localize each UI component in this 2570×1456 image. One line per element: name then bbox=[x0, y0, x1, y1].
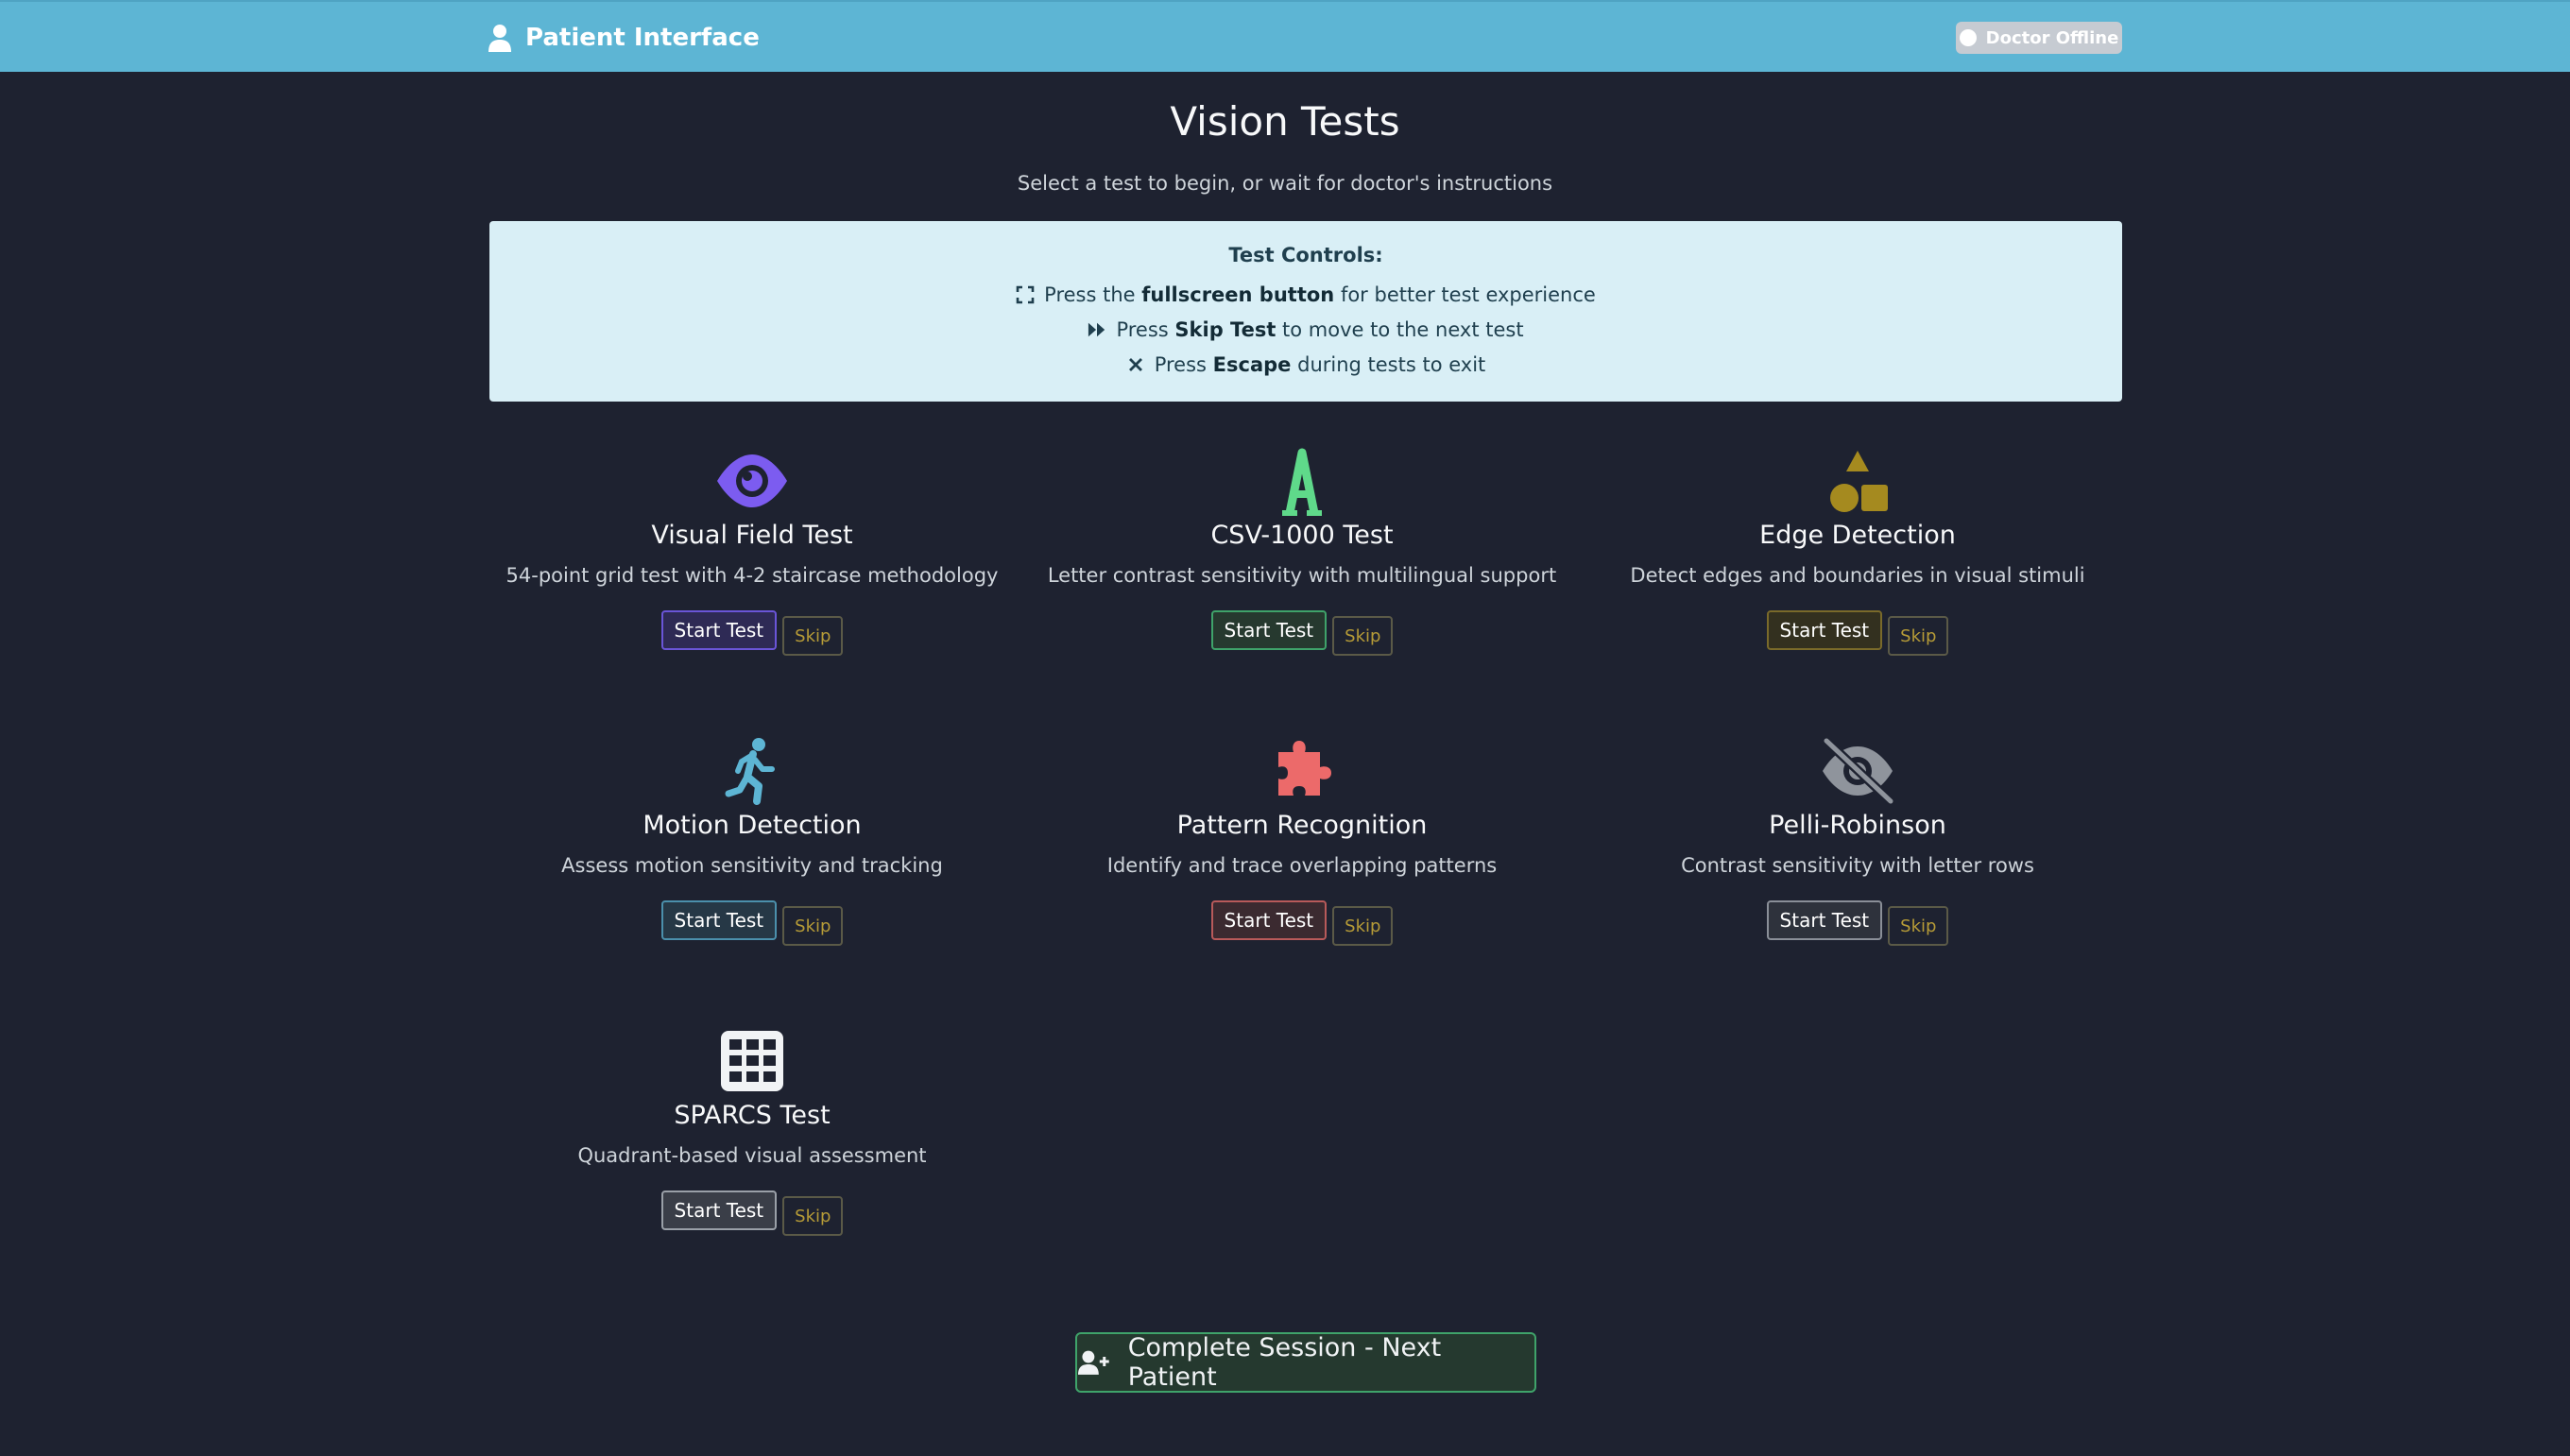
control-line-escape: Press Escape during tests to exit bbox=[489, 353, 2122, 376]
start-test-button[interactable]: Start Test bbox=[660, 1190, 778, 1230]
control-line-fullscreen: Press the fullscreen button for better t… bbox=[489, 283, 2122, 306]
close-icon bbox=[1128, 358, 1142, 371]
running-person-icon bbox=[725, 738, 775, 805]
puzzle-icon bbox=[1278, 741, 1331, 796]
complete-session-button[interactable]: Complete Session - Next Patient bbox=[1075, 1332, 1536, 1393]
test-description: Contrast sensitivity with letter rows bbox=[1681, 854, 2034, 877]
shapes-icon bbox=[1830, 451, 1888, 512]
page-subtitle: Select a test to begin, or wait for doct… bbox=[1017, 172, 1553, 195]
test-card-visual-field: Visual Field Test 54-point grid test wit… bbox=[488, 442, 1017, 697]
start-test-button[interactable]: Start Test bbox=[1766, 900, 1883, 940]
start-test-button[interactable]: Start Test bbox=[660, 610, 778, 650]
skip-button[interactable]: Skip bbox=[782, 1196, 844, 1236]
skip-button[interactable]: Skip bbox=[1888, 616, 1949, 656]
test-description: Identify and trace overlapping patterns bbox=[1106, 854, 1498, 877]
control-line-text: Press the fullscreen button for better t… bbox=[1044, 283, 1596, 306]
eye-icon bbox=[717, 454, 787, 507]
user-plus-icon bbox=[1077, 1350, 1109, 1375]
test-card-pelli-robinson: Pelli-Robinson Contrast sensitivity with… bbox=[1593, 732, 2122, 987]
start-test-button[interactable]: Start Test bbox=[660, 900, 778, 940]
skip-button[interactable]: Skip bbox=[1332, 906, 1394, 946]
start-test-button[interactable]: Start Test bbox=[1210, 610, 1328, 650]
test-description: 54-point grid test with 4-2 staircase me… bbox=[505, 564, 999, 587]
test-card-csv-1000: CSV-1000 Test Letter contrast sensitivit… bbox=[1037, 442, 1567, 697]
skip-button[interactable]: Skip bbox=[1888, 906, 1949, 946]
page-title: Vision Tests bbox=[1170, 98, 1400, 145]
test-title: Pelli-Robinson bbox=[1769, 811, 1946, 840]
status-dot-icon bbox=[1959, 29, 1977, 46]
skip-button[interactable]: Skip bbox=[782, 616, 844, 656]
brand[interactable]: Patient Interface bbox=[488, 2, 760, 74]
test-card-edge-detection: Edge Detection Detect edges and boundari… bbox=[1593, 442, 2122, 697]
skip-button[interactable]: Skip bbox=[1332, 616, 1394, 656]
test-title: Edge Detection bbox=[1759, 521, 1956, 550]
test-card-pattern-recognition: Pattern Recognition Identify and trace o… bbox=[1037, 732, 1567, 987]
user-icon bbox=[488, 25, 511, 52]
status-badge: Doctor Offline bbox=[1956, 22, 2122, 54]
test-description: Assess motion sensitivity and tracking bbox=[561, 854, 943, 877]
eye-slash-icon bbox=[1822, 736, 1895, 806]
fast-forward-icon bbox=[1088, 322, 1105, 337]
test-card-sparcs: SPARCS Test Quadrant-based visual assess… bbox=[488, 1022, 1017, 1277]
test-title: CSV-1000 Test bbox=[1210, 521, 1394, 550]
test-title: Visual Field Test bbox=[651, 521, 853, 550]
complete-session-label: Complete Session - Next Patient bbox=[1127, 1333, 1442, 1392]
test-controls-panel: Test Controls: Press the fullscreen butt… bbox=[489, 221, 2122, 402]
test-description: Detect edges and boundaries in visual st… bbox=[1630, 564, 2085, 587]
test-title: SPARCS Test bbox=[674, 1101, 831, 1130]
skip-button[interactable]: Skip bbox=[782, 906, 844, 946]
start-test-button[interactable]: Start Test bbox=[1766, 610, 1883, 650]
test-description: Quadrant-based visual assessment bbox=[577, 1144, 927, 1167]
control-line-skip: Press Skip Test to move to the next test bbox=[489, 318, 2122, 341]
expand-icon bbox=[1016, 285, 1035, 304]
status-label: Doctor Offline bbox=[1985, 27, 2119, 48]
test-title: Motion Detection bbox=[642, 811, 862, 840]
controls-title: Test Controls: bbox=[1228, 244, 1383, 266]
navbar: Patient Interface Doctor Offline bbox=[0, 0, 2570, 72]
test-title: Pattern Recognition bbox=[1176, 811, 1428, 840]
brand-label: Patient Interface bbox=[525, 24, 760, 52]
letter-a-icon bbox=[1282, 448, 1322, 516]
control-line-text: Press Skip Test to move to the next test bbox=[1116, 318, 1524, 341]
grid-icon bbox=[721, 1031, 783, 1091]
start-test-button[interactable]: Start Test bbox=[1210, 900, 1328, 940]
test-card-motion-detection: Motion Detection Assess motion sensitivi… bbox=[488, 732, 1017, 987]
control-line-text: Press Escape during tests to exit bbox=[1154, 353, 1486, 376]
test-description: Letter contrast sensitivity with multili… bbox=[1047, 564, 1557, 587]
